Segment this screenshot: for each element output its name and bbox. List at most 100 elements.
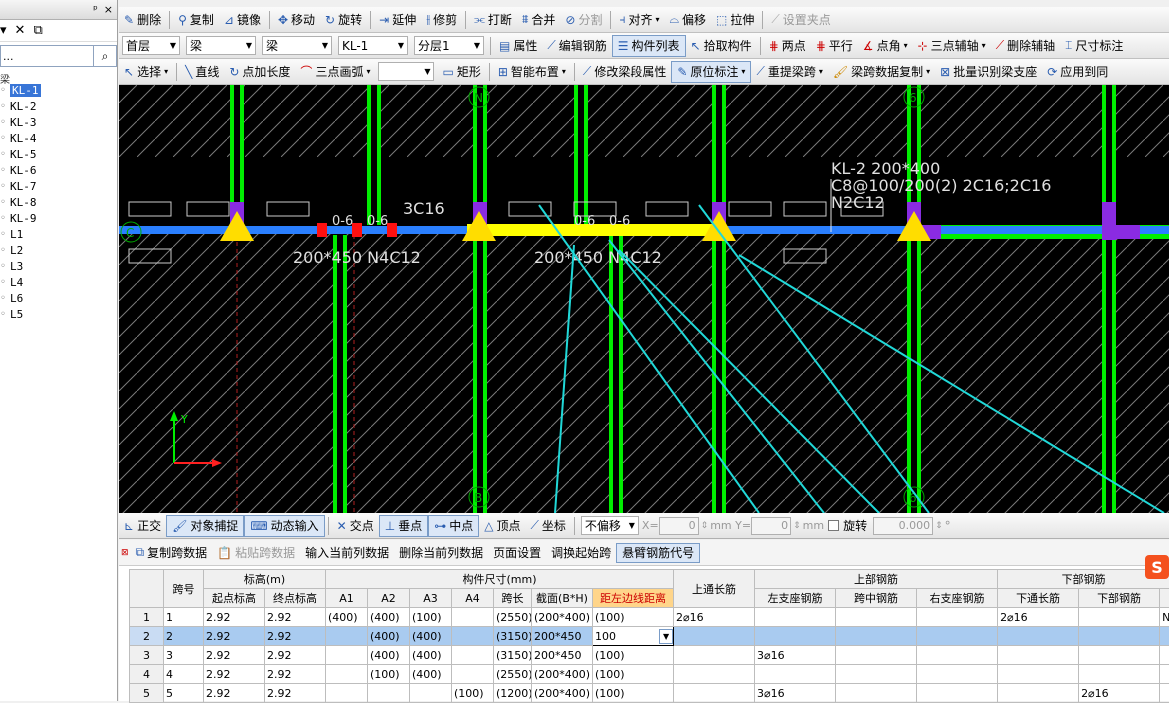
rectangle-button[interactable]: ▭矩形 [437,61,485,83]
set-grip-button[interactable]: ⟋设置夹点 [766,9,835,31]
cell-start[interactable]: 2.92 [204,665,265,684]
cell-end[interactable]: 2.92 [265,608,326,627]
cell-a2[interactable]: (400) [368,627,410,646]
copy-icon[interactable]: ⧉ [33,23,42,38]
pin-icon[interactable]: ᵖ [93,3,98,16]
search-input[interactable] [1,46,93,66]
col-section[interactable]: 截面(B*H) [532,589,593,608]
chevron-down-icon[interactable]: ▾ [0,23,7,38]
category-select[interactable]: 梁▼ [186,36,256,55]
cell-a1[interactable]: (400) [326,608,368,627]
cell-a4[interactable]: (100) [452,684,494,703]
tree-item[interactable]: L3 [0,259,117,275]
cell-tthru[interactable] [674,665,755,684]
cell-dist[interactable]: (100) [593,646,674,665]
tree-item[interactable]: L5 [0,307,117,323]
split-button[interactable]: ⊘分割 [560,9,607,31]
cell-a3[interactable] [410,684,452,703]
cell-len[interactable]: (2550) [494,608,532,627]
cell-rsup[interactable] [917,665,998,684]
panel-close-icon[interactable]: ⊠ [121,548,129,558]
cell-len[interactable]: (3150) [494,627,532,646]
col-left-support[interactable]: 左支座钢筋 [755,589,836,608]
cell-dist[interactable]: 100▼ [593,627,674,646]
cell-end[interactable]: 2.92 [265,665,326,684]
cell-a2[interactable]: (400) [368,608,410,627]
two-point-button[interactable]: ⋕两点 [764,35,811,57]
point-angle-button[interactable]: ∡点角▾ [858,35,913,57]
align-button[interactable]: ⫞对齐▾ [614,9,664,31]
col-mid-span[interactable]: 跨中钢筋 [836,589,917,608]
cell-rsup[interactable] [917,627,998,646]
cell-mid[interactable] [836,646,917,665]
col-span-length[interactable]: 跨长 [494,589,532,608]
delete-icon[interactable]: ✕ [15,23,26,38]
cell-a3[interactable]: (400) [410,646,452,665]
cell-a2[interactable]: (400) [368,646,410,665]
col-bottom-rebar[interactable]: 下部钢筋 [1079,589,1160,608]
delete-button[interactable]: ✎删除 [119,9,166,31]
tree-group-beam[interactable]: 梁 [0,71,117,83]
table-row[interactable]: 332.922.92(400)(400)(3150)200*450(100)3⌀… [130,646,1169,665]
cell-extra[interactable] [1160,684,1169,703]
object-snap-button[interactable]: 🖌对象捕捉 [166,515,244,537]
cell-start[interactable]: 2.92 [204,684,265,703]
cell-end[interactable]: 2.92 [265,627,326,646]
cell-lsup[interactable]: 3⌀16 [755,646,836,665]
rotate-button[interactable]: ↻旋转 [320,9,367,31]
extend-button[interactable]: ⇥延伸 [374,9,421,31]
ortho-button[interactable]: ⊾正交 [119,515,166,537]
cantilever-code-button[interactable]: 悬臂钢筋代号 [616,543,700,563]
tree-item[interactable]: KL-4 [0,131,117,147]
cell-editor[interactable]: 100▼ [593,628,673,645]
apply-to-same-button[interactable]: ⟳应用到同 [1042,61,1113,83]
cell-a4[interactable] [452,646,494,665]
merge-button[interactable]: ⩩合并 [517,9,560,31]
tree-item[interactable]: KL-8 [0,195,117,211]
cell-mid[interactable] [836,684,917,703]
tree-item[interactable]: L6 [0,291,117,307]
y-input[interactable]: 0 [751,517,791,535]
close-icon[interactable]: × [104,3,113,16]
cell-a4[interactable] [452,627,494,646]
cell-start[interactable]: 2.92 [204,627,265,646]
vertex-snap[interactable]: △顶点 [479,515,525,537]
cell-bot[interactable] [1079,627,1160,646]
cad-drawing[interactable]: N 6 C B 6 KL-2 200*400 C8@100/200(2) 2C1… [119,85,1169,513]
row-number[interactable]: 4 [130,665,164,684]
line-button[interactable]: ╲直线 [180,61,224,83]
x-stepper[interactable]: ⇕ [701,521,709,531]
x-input[interactable]: 0 [659,517,699,535]
cell-rsup[interactable] [917,608,998,627]
paste-span-data-button[interactable]: 📋粘贴跨数据 [212,543,300,563]
layer-select[interactable]: 分层1▼ [414,36,484,55]
stretch-button[interactable]: ⬚拉伸 [711,9,759,31]
cell-bot[interactable] [1079,665,1160,684]
three-point-axis-button[interactable]: ⊹三点辅轴▾ [913,35,991,57]
row-number[interactable]: 1 [130,608,164,627]
sogou-ime-icon[interactable]: S [1145,555,1169,579]
trim-button[interactable]: ⫲修剪 [421,9,462,31]
cell-a3[interactable]: (400) [410,665,452,684]
cell-bthru[interactable]: 2⌀16 [998,608,1079,627]
col-bottom-through[interactable]: 下通长筋 [998,589,1079,608]
cell-bot[interactable]: 2⌀16 [1079,684,1160,703]
rotate-checkbox[interactable] [828,520,839,531]
delete-axis-button[interactable]: ⟋删除辅轴 [991,35,1060,57]
cell-bthru[interactable] [998,627,1079,646]
cell-tthru[interactable] [674,646,755,665]
component-select[interactable]: KL-1▼ [338,36,408,55]
cell-a2[interactable] [368,684,410,703]
delete-column-button[interactable]: 删除当前列数据 [394,543,488,563]
col-start-elev[interactable]: 起点标高 [204,589,265,608]
cell-extra[interactable] [1160,646,1169,665]
perpendicular-snap[interactable]: ⊥垂点 [379,515,428,537]
properties-button[interactable]: ▤属性 [494,35,542,57]
cell-sec[interactable]: (200*400) [532,684,593,703]
rotate-input[interactable]: 0.000 [873,517,933,535]
cell-sec[interactable]: (200*400) [532,665,593,684]
cell-extra[interactable] [1160,665,1169,684]
cell-bthru[interactable] [998,646,1079,665]
drawing-canvas[interactable]: N 6 C B 6 KL-2 200*400 C8@100/200(2) 2C1… [119,85,1169,513]
tree-item[interactable]: L4 [0,275,117,291]
